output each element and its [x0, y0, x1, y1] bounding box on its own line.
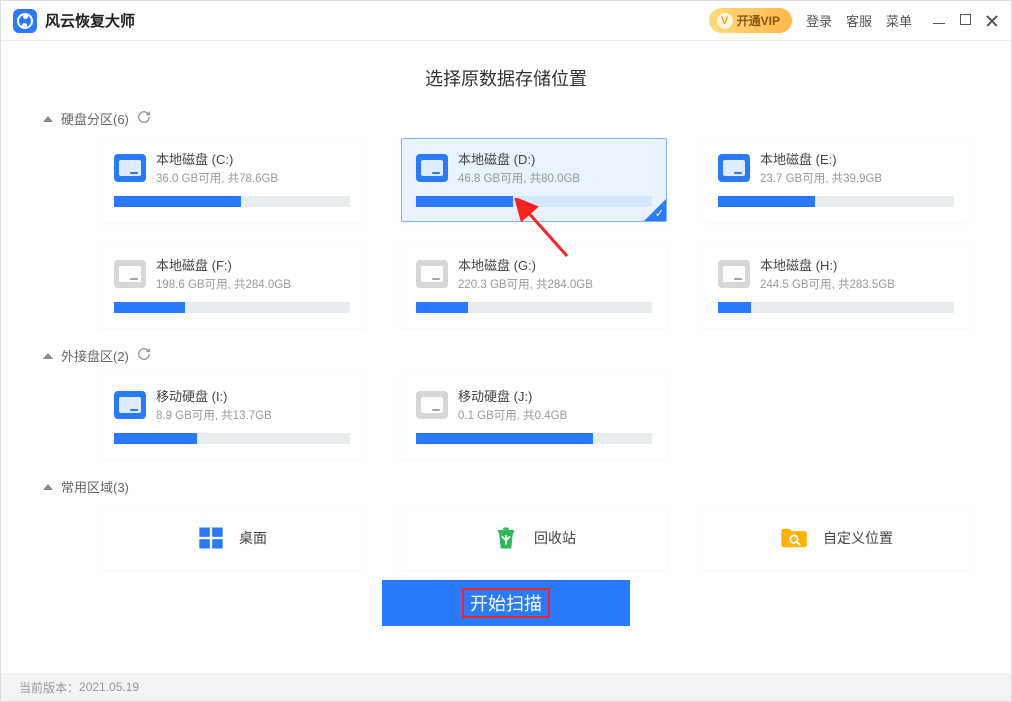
login-link[interactable]: 登录: [806, 11, 832, 30]
disk-title: 本地磁盘 (H:): [760, 255, 895, 274]
section-head-hdd[interactable]: 硬盘分区(6): [43, 109, 969, 128]
disk-icon: [416, 391, 448, 419]
disk-usage: 8.9 GB可用, 共13.7GB: [156, 407, 272, 423]
disk-title: 移动硬盘 (I:): [156, 386, 272, 405]
disk-usage: 220.3 GB可用, 共284.0GB: [458, 276, 593, 292]
disk-usage: 36.0 GB可用, 共78.6GB: [156, 170, 278, 186]
app-logo: [13, 9, 37, 33]
disk-progress: [416, 196, 652, 207]
open-vip-button[interactable]: V 开通VIP: [709, 8, 792, 33]
external-card-0[interactable]: 移动硬盘 (I:) 8.9 GB可用, 共13.7GB: [99, 375, 365, 459]
status-bar: 当前版本： 2021.05.19: [1, 673, 1011, 701]
section-label-common: 常用区域(3): [61, 477, 129, 496]
disk-icon: [416, 260, 448, 288]
support-link[interactable]: 客服: [846, 11, 872, 30]
hdd-card-4[interactable]: 本地磁盘 (G:) 220.3 GB可用, 共284.0GB: [401, 244, 667, 328]
menu-link[interactable]: 菜单: [886, 11, 912, 30]
section-head-external[interactable]: 外接盘区(2): [43, 346, 969, 365]
disk-icon: [114, 260, 146, 288]
hdd-card-2[interactable]: 本地磁盘 (E:) 23.7 GB可用, 共39.9GB: [703, 138, 969, 222]
disk-progress: [718, 302, 954, 313]
disk-title: 本地磁盘 (F:): [156, 255, 291, 274]
refresh-icon[interactable]: [137, 110, 151, 127]
chevron-up-icon: [43, 353, 53, 359]
hdd-card-5[interactable]: 本地磁盘 (H:) 244.5 GB可用, 共283.5GB: [703, 244, 969, 328]
disk-icon: [114, 154, 146, 182]
vip-badge-icon: V: [717, 13, 733, 29]
disk-title: 本地磁盘 (D:): [458, 149, 580, 168]
start-scan-button[interactable]: 开始扫描: [382, 580, 630, 626]
recycle-label: 回收站: [534, 528, 576, 548]
desktop-label: 桌面: [239, 528, 267, 548]
common-desktop[interactable]: 桌面: [99, 506, 365, 570]
titlebar: 风云恢复大师 V 开通VIP 登录 客服 菜单: [1, 1, 1011, 41]
disk-title: 移动硬盘 (J:): [458, 386, 567, 405]
minimize-button[interactable]: [932, 14, 946, 28]
disk-progress: [416, 433, 652, 444]
disk-progress: [416, 302, 652, 313]
scan-label: 开始扫描: [470, 590, 542, 616]
disk-progress: [114, 302, 350, 313]
section-label-external: 外接盘区(2): [61, 346, 129, 365]
disk-icon: [416, 154, 448, 182]
hdd-card-1[interactable]: 本地磁盘 (D:) 46.8 GB可用, 共80.0GB ✓: [401, 138, 667, 222]
page-title: 选择原数据存储位置: [43, 65, 969, 91]
chevron-up-icon: [43, 484, 53, 490]
section-head-common[interactable]: 常用区域(3): [43, 477, 969, 496]
custom-label: 自定义位置: [823, 528, 893, 548]
close-button[interactable]: [985, 14, 999, 28]
folder-search-icon: [779, 524, 809, 552]
disk-progress: [114, 433, 350, 444]
chevron-up-icon: [43, 116, 53, 122]
checkmark-icon: ✓: [655, 207, 664, 220]
disk-usage: 23.7 GB可用, 共39.9GB: [760, 170, 882, 186]
vip-label: 开通VIP: [737, 12, 780, 29]
disk-title: 本地磁盘 (E:): [760, 149, 882, 168]
disk-usage: 198.6 GB可用, 共284.0GB: [156, 276, 291, 292]
maximize-button[interactable]: [960, 14, 971, 25]
disk-usage: 0.1 GB可用, 共0.4GB: [458, 407, 567, 423]
disk-progress: [718, 196, 954, 207]
hdd-card-0[interactable]: 本地磁盘 (C:) 36.0 GB可用, 共78.6GB: [99, 138, 365, 222]
disk-icon: [718, 260, 750, 288]
recycle-bin-icon: [492, 524, 520, 552]
disk-usage: 244.5 GB可用, 共283.5GB: [760, 276, 895, 292]
disk-title: 本地磁盘 (C:): [156, 149, 278, 168]
disk-progress: [114, 196, 350, 207]
windows-icon: [197, 524, 225, 552]
refresh-icon[interactable]: [137, 347, 151, 364]
disk-icon: [114, 391, 146, 419]
app-title: 风云恢复大师: [45, 10, 135, 31]
section-label-hdd: 硬盘分区(6): [61, 109, 129, 128]
common-recycle[interactable]: 回收站: [401, 506, 667, 570]
common-custom[interactable]: 自定义位置: [703, 506, 969, 570]
version-prefix: 当前版本：: [19, 679, 79, 696]
disk-usage: 46.8 GB可用, 共80.0GB: [458, 170, 580, 186]
disk-icon: [718, 154, 750, 182]
hdd-card-3[interactable]: 本地磁盘 (F:) 198.6 GB可用, 共284.0GB: [99, 244, 365, 328]
external-card-1[interactable]: 移动硬盘 (J:) 0.1 GB可用, 共0.4GB: [401, 375, 667, 459]
disk-title: 本地磁盘 (G:): [458, 255, 593, 274]
version-value: 2021.05.19: [79, 680, 139, 694]
main-content: 选择原数据存储位置 硬盘分区(6) 本地磁盘 (C:) 36.0 GB可用, 共7…: [1, 41, 1011, 673]
